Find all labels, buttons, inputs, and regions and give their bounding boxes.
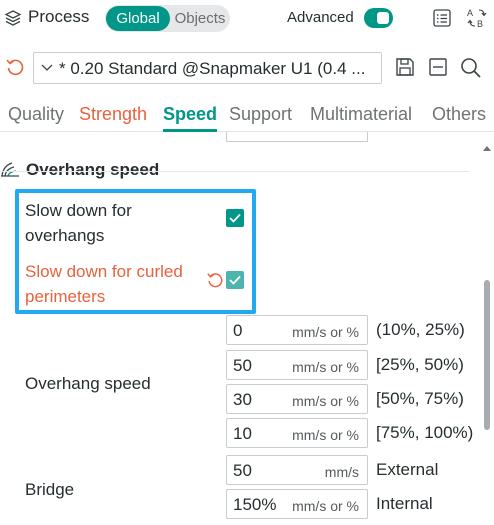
objects-segment[interactable]: Objects: [171, 6, 229, 31]
slow-down-overhangs-checkbox[interactable]: [226, 209, 244, 227]
global-segment[interactable]: Global: [106, 6, 170, 31]
bridge-external-field[interactable]: 50 mm/s: [226, 455, 368, 485]
bridge-external-label: External: [376, 460, 439, 479]
section-title: Overhang speed: [26, 160, 160, 179]
overhang-speed-field-4[interactable]: 10 mm/s or %: [226, 418, 368, 448]
bridge-internal-label: Internal: [376, 494, 433, 513]
svg-text:B: B: [477, 19, 483, 29]
compare-ab-icon[interactable]: A B: [466, 6, 488, 30]
panel-title: Process: [28, 7, 90, 26]
tab-others[interactable]: Others: [432, 104, 486, 125]
tab-strength[interactable]: Strength: [79, 104, 147, 125]
advanced-label: Advanced: [287, 9, 354, 26]
svg-text:A: A: [467, 8, 473, 18]
checkmark-icon: [229, 213, 241, 223]
bridge-internal-field[interactable]: 150% mm/s or %: [226, 489, 368, 519]
overhang-range-4: [75%, 100%): [376, 423, 474, 442]
advanced-toggle[interactable]: [364, 8, 393, 28]
preset-value: * 0.20 Standard @Snapmaker U1 (0.4 ...: [59, 59, 366, 78]
tab-quality[interactable]: Quality: [8, 104, 64, 125]
overhang-range-1: (10%, 25%): [376, 320, 465, 339]
top-bar: Process Global Objects Advanced A B: [0, 0, 494, 38]
option-slow-down-curled-label: Slow down for curled perimeters: [25, 262, 183, 306]
search-icon[interactable]: [459, 56, 483, 80]
list-icon[interactable]: [432, 8, 452, 28]
scroll-up-icon[interactable]: [480, 142, 494, 154]
checkmark-icon: [229, 275, 241, 285]
minus-box-icon[interactable]: [427, 56, 449, 78]
scope-switch: Global Objects: [105, 5, 230, 32]
overhang-speed-field-1[interactable]: 0 mm/s or %: [226, 315, 368, 345]
save-icon[interactable]: [394, 56, 416, 78]
tab-support[interactable]: Support: [229, 104, 292, 125]
process-cube-icon: [4, 10, 22, 26]
section-divider: [0, 171, 470, 172]
preset-dropdown[interactable]: * 0.20 Standard @Snapmaker U1 (0.4 ...: [33, 52, 382, 84]
overhang-range-3: [50%, 75%): [376, 389, 464, 408]
overhang-range-2: [25%, 50%): [376, 355, 464, 374]
overhang-icon: [1, 162, 19, 177]
settings-tabs: Quality Strength Speed Support Multimate…: [0, 104, 494, 132]
overhang-speed-label: Overhang speed: [25, 374, 151, 393]
scrollbar-thumb[interactable]: [484, 280, 490, 430]
tab-speed[interactable]: Speed: [163, 104, 218, 132]
bridge-label: Bridge: [25, 480, 75, 499]
previous-field-edge: [226, 132, 368, 142]
overhang-speed-field-3[interactable]: 30 mm/s or %: [226, 384, 368, 414]
reset-icon[interactable]: [206, 271, 224, 289]
slow-down-curled-checkbox[interactable]: [226, 271, 244, 289]
chevron-down-icon: [41, 64, 53, 71]
tab-multimaterial[interactable]: Multimaterial: [310, 104, 412, 125]
option-slow-down-overhangs-label: Slow down for overhangs: [25, 201, 132, 245]
overhang-speed-field-2[interactable]: 50 mm/s or %: [226, 350, 368, 380]
reset-icon[interactable]: [5, 57, 25, 77]
